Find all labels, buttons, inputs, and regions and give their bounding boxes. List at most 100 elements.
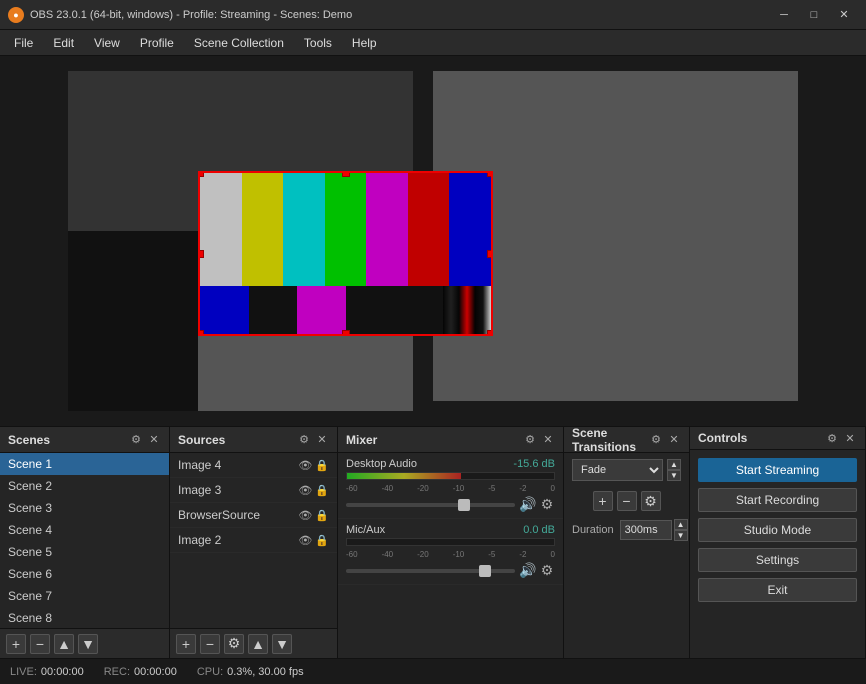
scene-item-7[interactable]: Scene 7 bbox=[0, 585, 169, 607]
transition-up-arrow[interactable]: ▲ bbox=[667, 459, 681, 470]
controls-panel-icons: ⚙ ✕ bbox=[825, 431, 857, 445]
transition-settings-button[interactable]: ⚙ bbox=[641, 491, 661, 511]
mixer-fader-mic-thumb[interactable] bbox=[479, 565, 491, 577]
mixer-meter-desktop bbox=[346, 472, 555, 480]
transition-down-arrow[interactable]: ▼ bbox=[667, 470, 681, 481]
source-item-1[interactable]: Image 4 👁 🔒 bbox=[170, 453, 337, 478]
scenes-remove-button[interactable]: − bbox=[30, 634, 50, 654]
sources-settings-button[interactable]: ⚙ bbox=[224, 634, 244, 654]
minimize-button[interactable]: ─ bbox=[770, 5, 798, 25]
source-lock-icon[interactable]: 🔒 bbox=[315, 509, 329, 522]
resize-handle-br[interactable] bbox=[487, 330, 493, 336]
controls-panel-header: Controls ⚙ ✕ bbox=[690, 427, 865, 450]
sources-config-icon[interactable]: ⚙ bbox=[297, 433, 311, 447]
duration-up-arrow[interactable]: ▲ bbox=[674, 519, 688, 530]
mixer-settings-desktop[interactable]: ⚙ bbox=[539, 496, 555, 513]
scene-item-6[interactable]: Scene 6 bbox=[0, 563, 169, 585]
mixer-fader-mic[interactable] bbox=[346, 569, 515, 573]
scene-item-5[interactable]: Scene 5 bbox=[0, 541, 169, 563]
source-item-3[interactable]: BrowserSource 👁 🔒 bbox=[170, 503, 337, 528]
resize-handle-bc[interactable] bbox=[342, 330, 350, 336]
source-item-2[interactable]: Image 3 👁 🔒 bbox=[170, 478, 337, 503]
sources-remove-button[interactable]: − bbox=[200, 634, 220, 654]
source-name: Image 3 bbox=[178, 483, 221, 497]
mixer-mute-desktop[interactable]: 🔊 bbox=[519, 496, 535, 513]
scenes-config-icon[interactable]: ⚙ bbox=[129, 433, 143, 447]
scenes-close-icon[interactable]: ✕ bbox=[147, 433, 161, 447]
menu-help[interactable]: Help bbox=[342, 33, 387, 53]
mixer-panel-title: Mixer bbox=[346, 433, 377, 447]
mixer-fader-desktop[interactable] bbox=[346, 503, 515, 507]
mixer-config-icon[interactable]: ⚙ bbox=[523, 433, 537, 447]
resize-handle-tl[interactable] bbox=[198, 171, 204, 177]
maximize-button[interactable]: □ bbox=[800, 5, 828, 25]
duration-input[interactable] bbox=[620, 520, 672, 540]
mixer-mute-mic[interactable]: 🔊 bbox=[519, 562, 535, 579]
sources-up-button[interactable]: ▲ bbox=[248, 634, 268, 654]
studio-mode-button[interactable]: Studio Mode bbox=[698, 518, 857, 542]
scene-canvas[interactable] bbox=[68, 71, 798, 411]
transition-remove-button[interactable]: − bbox=[617, 491, 637, 511]
menu-edit[interactable]: Edit bbox=[43, 33, 84, 53]
mixer-close-icon[interactable]: ✕ bbox=[541, 433, 555, 447]
transition-type-select[interactable]: Fade Cut Swipe Slide bbox=[572, 459, 663, 481]
duration-down-arrow[interactable]: ▼ bbox=[674, 530, 688, 541]
start-streaming-button[interactable]: Start Streaming bbox=[698, 458, 857, 482]
menu-tools[interactable]: Tools bbox=[294, 33, 342, 53]
mixer-meter-mic bbox=[346, 538, 555, 546]
sources-add-button[interactable]: + bbox=[176, 634, 196, 654]
start-recording-button[interactable]: Start Recording bbox=[698, 488, 857, 512]
resize-handle-bl[interactable] bbox=[198, 330, 204, 336]
scene-item-2[interactable]: Scene 2 bbox=[0, 475, 169, 497]
live-value: 00:00:00 bbox=[41, 666, 84, 678]
live-label: LIVE: bbox=[10, 666, 37, 678]
source-visibility-icon[interactable]: 👁 bbox=[298, 534, 312, 547]
mixer-fader-desktop-thumb[interactable] bbox=[458, 499, 470, 511]
source-item-4[interactable]: Image 2 👁 🔒 bbox=[170, 528, 337, 553]
scenes-panel-icons: ⚙ ✕ bbox=[129, 433, 161, 447]
menu-file[interactable]: File bbox=[4, 33, 43, 53]
transitions-config-icon[interactable]: ⚙ bbox=[649, 433, 663, 447]
close-button[interactable]: ✕ bbox=[830, 5, 858, 25]
transitions-panel: Scene Transitions ⚙ ✕ Fade Cut Swipe Sli… bbox=[564, 427, 690, 658]
resize-handle-tr[interactable] bbox=[487, 171, 493, 177]
scenes-up-button[interactable]: ▲ bbox=[54, 634, 74, 654]
resize-handle-mr[interactable] bbox=[487, 250, 493, 258]
scenes-down-button[interactable]: ▼ bbox=[78, 634, 98, 654]
scenes-panel-header: Scenes ⚙ ✕ bbox=[0, 427, 169, 453]
scene-item-8[interactable]: Scene 8 bbox=[0, 607, 169, 628]
source-visibility-icon[interactable]: 👁 bbox=[298, 484, 312, 497]
status-cpu: CPU: 0.3%, 30.00 fps bbox=[197, 666, 304, 678]
mixer-settings-mic[interactable]: ⚙ bbox=[539, 562, 555, 579]
scene-item-4[interactable]: Scene 4 bbox=[0, 519, 169, 541]
settings-button[interactable]: Settings bbox=[698, 548, 857, 572]
source-lock-icon[interactable]: 🔒 bbox=[315, 484, 329, 497]
mixer-channels: Desktop Audio -15.6 dB -60 -40 -20 -10 -… bbox=[338, 453, 563, 658]
source-visibility-icon[interactable]: 👁 bbox=[298, 509, 312, 522]
source-name: BrowserSource bbox=[178, 508, 260, 522]
sources-down-button[interactable]: ▼ bbox=[272, 634, 292, 654]
scene-item-1[interactable]: Scene 1 bbox=[0, 453, 169, 475]
transition-arrows: ▲ ▼ bbox=[667, 459, 681, 481]
scene-item-3[interactable]: Scene 3 bbox=[0, 497, 169, 519]
resize-handle-tc[interactable] bbox=[342, 171, 350, 177]
menu-scene-collection[interactable]: Scene Collection bbox=[184, 33, 294, 53]
color-bars-source[interactable] bbox=[198, 171, 493, 336]
scenes-add-button[interactable]: + bbox=[6, 634, 26, 654]
source-lock-icon[interactable]: 🔒 bbox=[315, 459, 329, 472]
transition-add-button[interactable]: + bbox=[593, 491, 613, 511]
controls-config-icon[interactable]: ⚙ bbox=[825, 431, 839, 445]
mixer-panel-icons: ⚙ ✕ bbox=[523, 433, 555, 447]
sources-close-icon[interactable]: ✕ bbox=[315, 433, 329, 447]
transitions-close-icon[interactable]: ✕ bbox=[667, 433, 681, 447]
controls-close-icon[interactable]: ✕ bbox=[843, 431, 857, 445]
transition-type-row: Fade Cut Swipe Slide ▲ ▼ bbox=[564, 453, 689, 487]
cb-red bbox=[408, 173, 450, 286]
resize-handle-ml[interactable] bbox=[198, 250, 204, 258]
cb-b-magenta bbox=[297, 286, 346, 334]
source-lock-icon[interactable]: 🔒 bbox=[315, 534, 329, 547]
menu-profile[interactable]: Profile bbox=[130, 33, 184, 53]
exit-button[interactable]: Exit bbox=[698, 578, 857, 602]
source-visibility-icon[interactable]: 👁 bbox=[298, 459, 312, 472]
menu-view[interactable]: View bbox=[84, 33, 130, 53]
